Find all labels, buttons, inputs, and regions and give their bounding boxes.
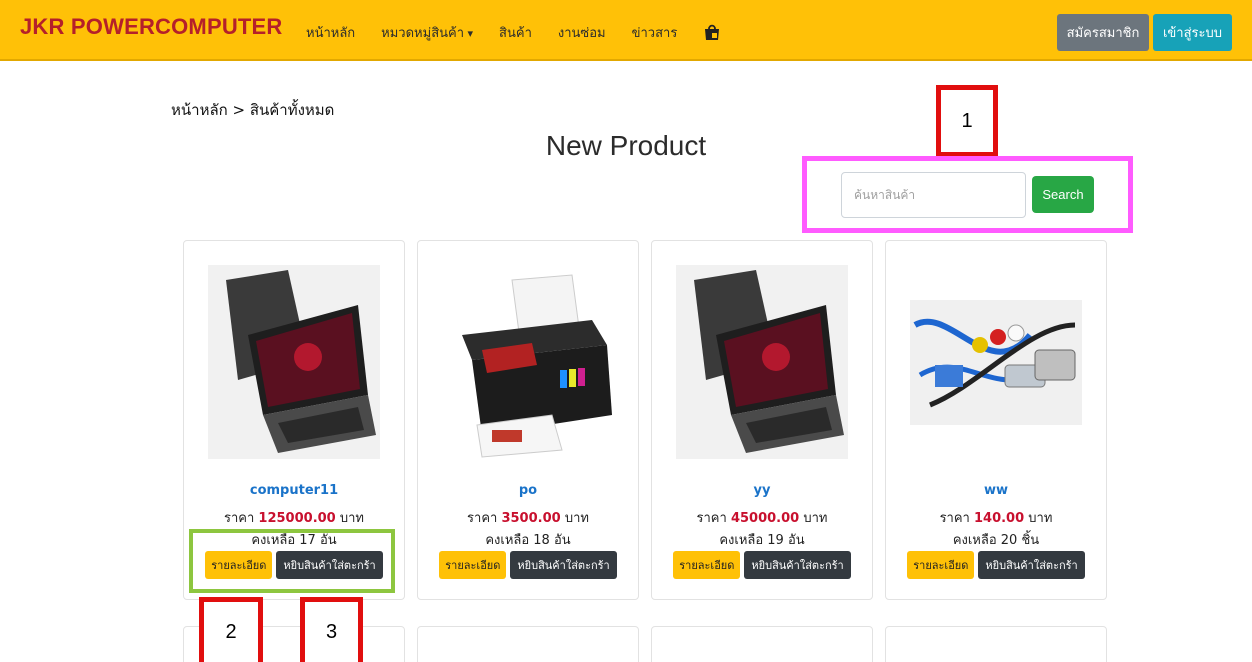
price-amount: 45000.00 — [730, 511, 800, 526]
nav-item-repair[interactable]: งานซ่อม — [558, 22, 606, 43]
brand-logo[interactable]: JKR POWERCOMPUTER — [20, 14, 283, 40]
annotation-label-3: 3 — [300, 597, 363, 662]
product-card: ww ราคา 140.00 บาท คงเหลือ 20 ชิ้น รายละ… — [885, 240, 1107, 600]
price-amount: 140.00 — [973, 511, 1025, 526]
login-button[interactable]: เข้าสู่ระบบ — [1153, 14, 1232, 51]
price-prefix: ราคา — [939, 511, 970, 526]
product-name[interactable]: po — [418, 483, 638, 498]
product-stock: คงเหลือ 18 อัน — [485, 533, 571, 548]
detail-button[interactable]: รายละเอียด — [907, 551, 975, 579]
printer-image[interactable] — [442, 265, 614, 459]
annotation-label-1: 1 — [936, 85, 998, 157]
price-unit: บาท — [1028, 511, 1053, 526]
buttons-highlight-frame — [189, 529, 395, 593]
detail-button[interactable]: รายละเอียด — [439, 551, 507, 579]
product-price: ราคา 140.00 บาท — [886, 507, 1106, 528]
price-prefix: ราคา — [696, 511, 727, 526]
detail-button[interactable]: รายละเอียด — [673, 551, 741, 579]
price-unit: บาท — [803, 511, 828, 526]
navbar: JKR POWERCOMPUTER หน้าหลัก หมวดหมู่สินค้… — [0, 0, 1252, 61]
product-name[interactable]: yy — [652, 483, 872, 498]
product-name[interactable]: computer11 — [184, 483, 404, 498]
card-actions: รายละเอียด หยิบสินค้าใส่ตะกร้า — [418, 551, 638, 579]
price-unit: บาท — [564, 511, 589, 526]
product-card: po ราคา 3500.00 บาท คงเหลือ 18 อัน รายละ… — [417, 240, 639, 600]
laptop-image[interactable] — [676, 265, 848, 459]
product-card — [885, 626, 1107, 662]
nav-item-products[interactable]: สินค้า — [499, 22, 532, 43]
price-amount: 3500.00 — [501, 511, 561, 526]
annotation-label-2: 2 — [199, 597, 263, 662]
product-price: ราคา 125000.00 บาท — [184, 507, 404, 528]
product-price: ราคา 45000.00 บาท — [652, 507, 872, 528]
add-to-cart-button[interactable]: หยิบสินค้าใส่ตะกร้า — [744, 551, 851, 579]
nav-item-home[interactable]: หน้าหลัก — [306, 22, 355, 43]
product-name[interactable]: ww — [886, 483, 1106, 498]
register-button[interactable]: สมัครสมาชิก — [1057, 14, 1149, 51]
search-button[interactable]: Search — [1032, 176, 1094, 213]
card-actions: รายละเอียด หยิบสินค้าใส่ตะกร้า — [886, 551, 1106, 579]
price-amount: 125000.00 — [258, 511, 336, 526]
add-to-cart-button[interactable]: หยิบสินค้าใส่ตะกร้า — [510, 551, 617, 579]
breadcrumb: หน้าหลัก > สินค้าทั้งหมด — [171, 101, 335, 119]
nav-item-categories-dropdown[interactable]: หมวดหมู่สินค้า — [381, 22, 473, 43]
product-price: ราคา 3500.00 บาท — [418, 507, 638, 528]
card-actions: รายละเอียด หยิบสินค้าใส่ตะกร้า — [652, 551, 872, 579]
search-input[interactable] — [841, 172, 1026, 218]
add-to-cart-button[interactable]: หยิบสินค้าใส่ตะกร้า — [978, 551, 1085, 579]
cables-image[interactable] — [910, 265, 1082, 459]
nav-item-news[interactable]: ข่าวสาร — [632, 22, 678, 43]
price-prefix: ราคา — [224, 511, 255, 526]
product-stock: คงเหลือ 20 ชิ้น — [952, 533, 1040, 548]
product-card — [417, 626, 639, 662]
product-card — [651, 626, 873, 662]
shopping-bag-icon[interactable] — [703, 23, 721, 41]
nav-menu: หน้าหลัก หมวดหมู่สินค้า สินค้า งานซ่อม ข… — [306, 22, 721, 43]
price-prefix: ราคา — [467, 511, 498, 526]
price-unit: บาท — [339, 511, 364, 526]
product-card: yy ราคา 45000.00 บาท คงเหลือ 19 อัน รายล… — [651, 240, 873, 600]
product-stock: คงเหลือ 19 อัน — [719, 533, 805, 548]
laptop-image[interactable] — [208, 265, 380, 459]
